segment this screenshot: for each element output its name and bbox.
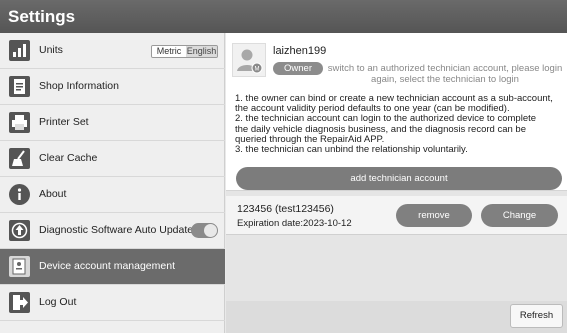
units-metric-option[interactable]: Metric xyxy=(152,46,186,57)
printer-icon xyxy=(9,112,30,133)
logout-icon xyxy=(9,292,30,313)
sidebar-item-label: Diagnostic Software Auto Update xyxy=(39,224,194,236)
description-text: 1. the owner can bind or create a new te… xyxy=(235,93,565,156)
sidebar-item-diagnostic-auto-update[interactable]: Diagnostic Software Auto Update xyxy=(0,213,225,249)
owner-card: M laizhen199 Owner switch to an authoriz… xyxy=(226,33,567,191)
sidebar-item-label: Clear Cache xyxy=(39,152,98,164)
sidebar-item-label: Device account management xyxy=(39,260,175,272)
title-bar: Settings xyxy=(0,0,567,33)
units-english-option[interactable]: English xyxy=(186,46,217,57)
units-toggle[interactable]: Metric English xyxy=(151,45,218,58)
bottom-toolbar: Refresh xyxy=(226,301,567,333)
auto-update-toggle[interactable] xyxy=(191,223,218,238)
sidebar-item-label: Shop Information xyxy=(39,80,119,92)
change-button[interactable]: Change xyxy=(481,204,558,227)
toggle-knob xyxy=(204,224,217,237)
sidebar-item-label: Printer Set xyxy=(39,116,89,128)
sidebar-item-shop-information[interactable]: Shop Information xyxy=(0,69,225,105)
sidebar-item-about[interactable]: About xyxy=(0,177,225,213)
owner-badge[interactable]: Owner xyxy=(273,62,323,75)
username: laizhen199 xyxy=(273,45,327,57)
svg-text:M: M xyxy=(255,67,260,73)
account-panel: M laizhen199 Owner switch to an authoriz… xyxy=(226,33,567,333)
upload-icon xyxy=(9,220,30,241)
description-line: 3. the technician can unbind the relatio… xyxy=(235,144,468,156)
account-icon xyxy=(9,256,30,277)
technician-expiration: Expiration date:2023-10-12 xyxy=(237,218,352,229)
sidebar-item-clear-cache[interactable]: Clear Cache xyxy=(0,141,225,177)
sidebar-item-device-account-management[interactable]: Device account management xyxy=(0,249,225,285)
technician-name: 123456 (test123456) xyxy=(237,203,334,215)
remove-button[interactable]: remove xyxy=(396,204,472,227)
sidebar-item-label: About xyxy=(39,188,67,200)
document-icon xyxy=(9,76,30,97)
sidebar-item-printer-set[interactable]: Printer Set xyxy=(0,105,225,141)
add-technician-button[interactable]: add technician account xyxy=(236,167,562,190)
sidebar: Units Metric English Shop Information Pr… xyxy=(0,33,225,333)
bar-chart-icon xyxy=(9,40,30,61)
broom-icon xyxy=(9,148,30,169)
info-icon xyxy=(9,184,30,205)
switch-account-hint: switch to an authorized technician accou… xyxy=(327,63,563,85)
sidebar-item-log-out[interactable]: Log Out xyxy=(0,285,225,321)
sidebar-item-label: Units xyxy=(39,44,63,56)
sidebar-item-label: Log Out xyxy=(39,296,77,308)
user-avatar-icon: M xyxy=(237,49,263,74)
page-title: Settings xyxy=(8,7,76,26)
refresh-button[interactable]: Refresh xyxy=(510,304,563,328)
sidebar-item-units[interactable]: Units Metric English xyxy=(0,33,225,69)
technician-row: 123456 (test123456) Expiration date:2023… xyxy=(226,196,567,235)
avatar: M xyxy=(232,43,266,77)
